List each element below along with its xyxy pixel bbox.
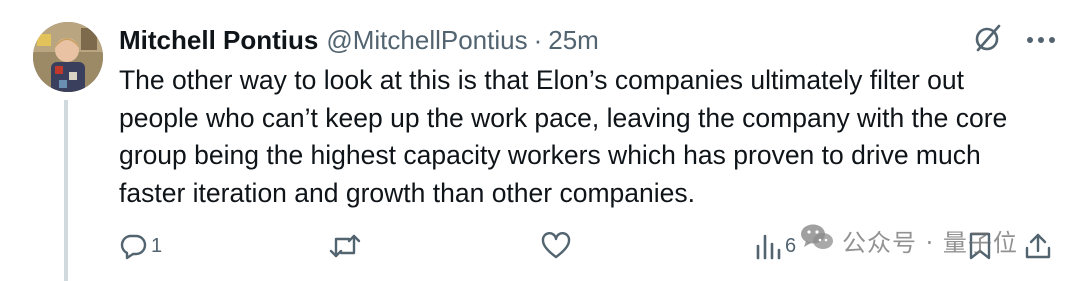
reply-button[interactable]: 1 bbox=[119, 226, 162, 266]
author-handle[interactable]: @MitchellPontius bbox=[326, 25, 527, 56]
avatar[interactable] bbox=[33, 22, 103, 92]
views-bars-icon bbox=[755, 232, 781, 260]
like-button[interactable] bbox=[541, 226, 575, 266]
reply-count: 1 bbox=[151, 234, 163, 257]
retweet-icon bbox=[329, 232, 361, 260]
share-icon bbox=[1024, 231, 1052, 261]
tweet-header: Mitchell Pontius @MitchellPontius · 25m bbox=[119, 22, 599, 58]
wechat-icon bbox=[800, 222, 834, 258]
heart-icon bbox=[541, 232, 571, 260]
reply-icon bbox=[119, 232, 147, 260]
retweet-button[interactable] bbox=[329, 226, 365, 266]
views-button[interactable]: 6 bbox=[755, 226, 796, 266]
tweet-text: The other way to look at this is that El… bbox=[119, 65, 1008, 208]
watermark-text: 公众号 · 量子位 bbox=[842, 228, 1018, 257]
views-count: 6 bbox=[785, 234, 797, 257]
separator-dot: · bbox=[533, 24, 543, 55]
grok-slash-icon[interactable] bbox=[972, 22, 1004, 59]
author-name[interactable]: Mitchell Pontius bbox=[119, 25, 318, 56]
thread-line bbox=[64, 100, 68, 281]
tweet-top-actions bbox=[972, 22, 1056, 59]
timestamp[interactable]: 25m bbox=[548, 25, 599, 56]
more-dots-icon[interactable] bbox=[1026, 32, 1056, 50]
watermark: 公众号 · 量子位 bbox=[800, 218, 1018, 262]
share-button[interactable] bbox=[1024, 226, 1052, 266]
